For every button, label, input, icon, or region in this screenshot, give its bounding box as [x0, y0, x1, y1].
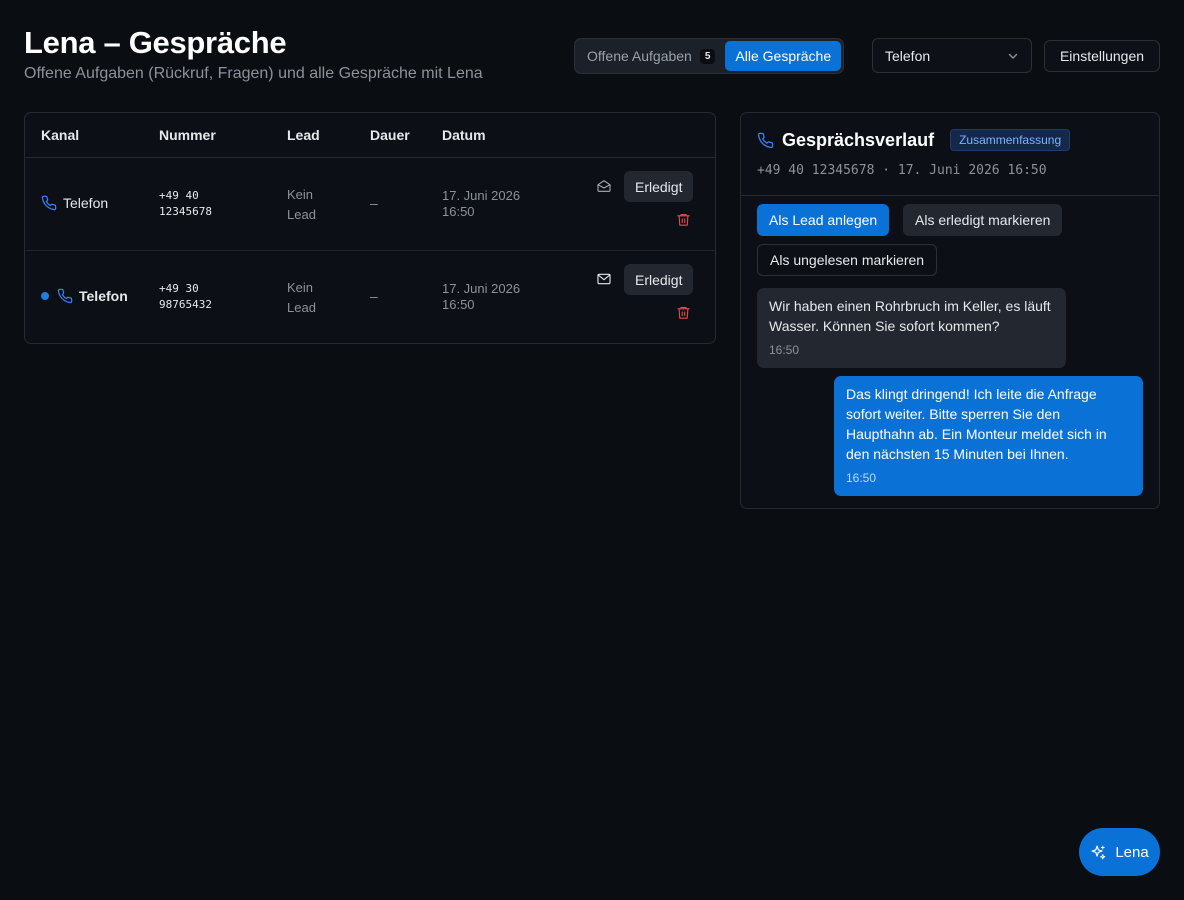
- lead-cell: Kein Lead: [287, 185, 316, 225]
- message-time: 16:50: [769, 343, 800, 357]
- table-row[interactable]: Telefon +49 40 12345678 Kein Lead – 17. …: [25, 158, 715, 251]
- tab-open-tasks-label: Offene Aufgaben: [587, 48, 692, 64]
- message-text: Wir haben einen Rohrbruch im Keller, es …: [769, 298, 1051, 334]
- page-title: Lena – Gespräche: [24, 25, 287, 60]
- conversation-meta: +49 40 12345678 · 17. Juni 2026 16:50: [757, 163, 1047, 178]
- lead-line: Kein: [287, 187, 314, 202]
- number-line: +49 30: [159, 282, 199, 295]
- conversation-detail-panel: Gesprächsverlauf Zusammenfassung +49 40 …: [740, 112, 1160, 509]
- tab-all-conversations[interactable]: Alle Gespräche: [725, 41, 842, 71]
- message-time: 16:50: [846, 471, 877, 485]
- unread-dot: [41, 292, 49, 300]
- number-cell: +49 40 12345678: [159, 188, 212, 220]
- chevron-down-icon: [1007, 50, 1019, 62]
- panel-header: Gesprächsverlauf Zusammenfassung +49 40 …: [741, 113, 1159, 196]
- mail-open-icon[interactable]: [596, 178, 612, 194]
- lead-cell: Kein Lead: [287, 278, 316, 318]
- date-cell: 17. Juni 2026 16:50: [442, 281, 520, 313]
- date-line: 17. Juni 2026: [442, 281, 521, 296]
- phone-icon: [41, 195, 57, 211]
- sparkles-icon: [1090, 844, 1107, 861]
- column-header-dauer: Dauer: [370, 127, 410, 143]
- trash-icon[interactable]: [676, 305, 691, 320]
- table-row[interactable]: Telefon +49 30 98765432 Kein Lead – 17. …: [25, 251, 715, 343]
- date-cell: 17. Juni 2026 16:50: [442, 188, 520, 220]
- channel-select[interactable]: Telefon: [872, 38, 1032, 73]
- page-subtitle: Offene Aufgaben (Rückruf, Fragen) und al…: [24, 65, 483, 82]
- column-header-kanal: Kanal: [41, 127, 80, 143]
- phone-icon: [57, 288, 73, 304]
- column-header-datum: Datum: [442, 127, 486, 143]
- settings-button[interactable]: Einstellungen: [1044, 40, 1160, 72]
- date-line: 16:50: [442, 204, 475, 219]
- tab-open-tasks[interactable]: Offene Aufgaben 5: [577, 41, 725, 71]
- lead-line: Kein: [287, 280, 314, 295]
- panel-title-row: Gesprächsverlauf Zusammenfassung: [757, 129, 1071, 151]
- date-line: 16:50: [442, 297, 475, 312]
- lead-line: Lead: [287, 207, 316, 222]
- mark-unread-button[interactable]: Als ungelesen markieren: [757, 244, 938, 276]
- mark-done-button[interactable]: Erledigt: [624, 264, 694, 295]
- channel-select-value: Telefon: [885, 47, 931, 64]
- conversations-table: Kanal Nummer Lead Dauer Datum Telefon +4…: [24, 112, 716, 344]
- mark-done-detail-button[interactable]: Als erledigt markieren: [903, 204, 1063, 236]
- panel-title: Gesprächsverlauf: [782, 129, 935, 150]
- create-lead-button[interactable]: Als Lead anlegen: [757, 204, 890, 236]
- view-toggle: Offene Aufgaben 5 Alle Gespräche: [574, 38, 845, 74]
- table-header: Kanal Nummer Lead Dauer Datum: [25, 113, 715, 158]
- column-header-lead: Lead: [287, 127, 320, 143]
- page-header: Lena – Gespräche Offene Aufgaben (Rückru…: [24, 24, 483, 83]
- open-tasks-count-badge: 5: [699, 48, 716, 64]
- mail-icon[interactable]: [596, 271, 612, 287]
- column-header-nummer: Nummer: [159, 127, 216, 143]
- trash-icon[interactable]: [676, 212, 691, 227]
- channel-cell: Telefon: [41, 195, 108, 211]
- phone-icon: [757, 132, 774, 149]
- lena-assistant-button[interactable]: Lena: [1079, 828, 1160, 876]
- number-line: +49 40: [159, 189, 199, 202]
- number-cell: +49 30 98765432: [159, 281, 212, 313]
- number-line: 98765432: [159, 298, 212, 311]
- message-text: Das klingt dringend! Ich leite die Anfra…: [846, 386, 1107, 462]
- lena-assistant-label: Lena: [1115, 843, 1149, 861]
- channel-cell: Telefon: [41, 288, 128, 304]
- date-line: 17. Juni 2026: [442, 188, 521, 203]
- number-line: 12345678: [159, 205, 212, 218]
- channel-label: Telefon: [79, 288, 128, 304]
- duration-cell: –: [370, 288, 378, 304]
- summary-tag[interactable]: Zusammenfassung: [950, 129, 1071, 151]
- channel-label: Telefon: [63, 195, 109, 211]
- tab-all-conversations-label: Alle Gespräche: [735, 48, 832, 64]
- message-bubble-lena: Das klingt dringend! Ich leite die Anfra…: [834, 376, 1143, 496]
- message-bubble-caller: Wir haben einen Rohrbruch im Keller, es …: [757, 288, 1066, 368]
- lead-line: Lead: [287, 300, 316, 315]
- mark-done-button[interactable]: Erledigt: [624, 171, 694, 202]
- duration-cell: –: [370, 195, 378, 211]
